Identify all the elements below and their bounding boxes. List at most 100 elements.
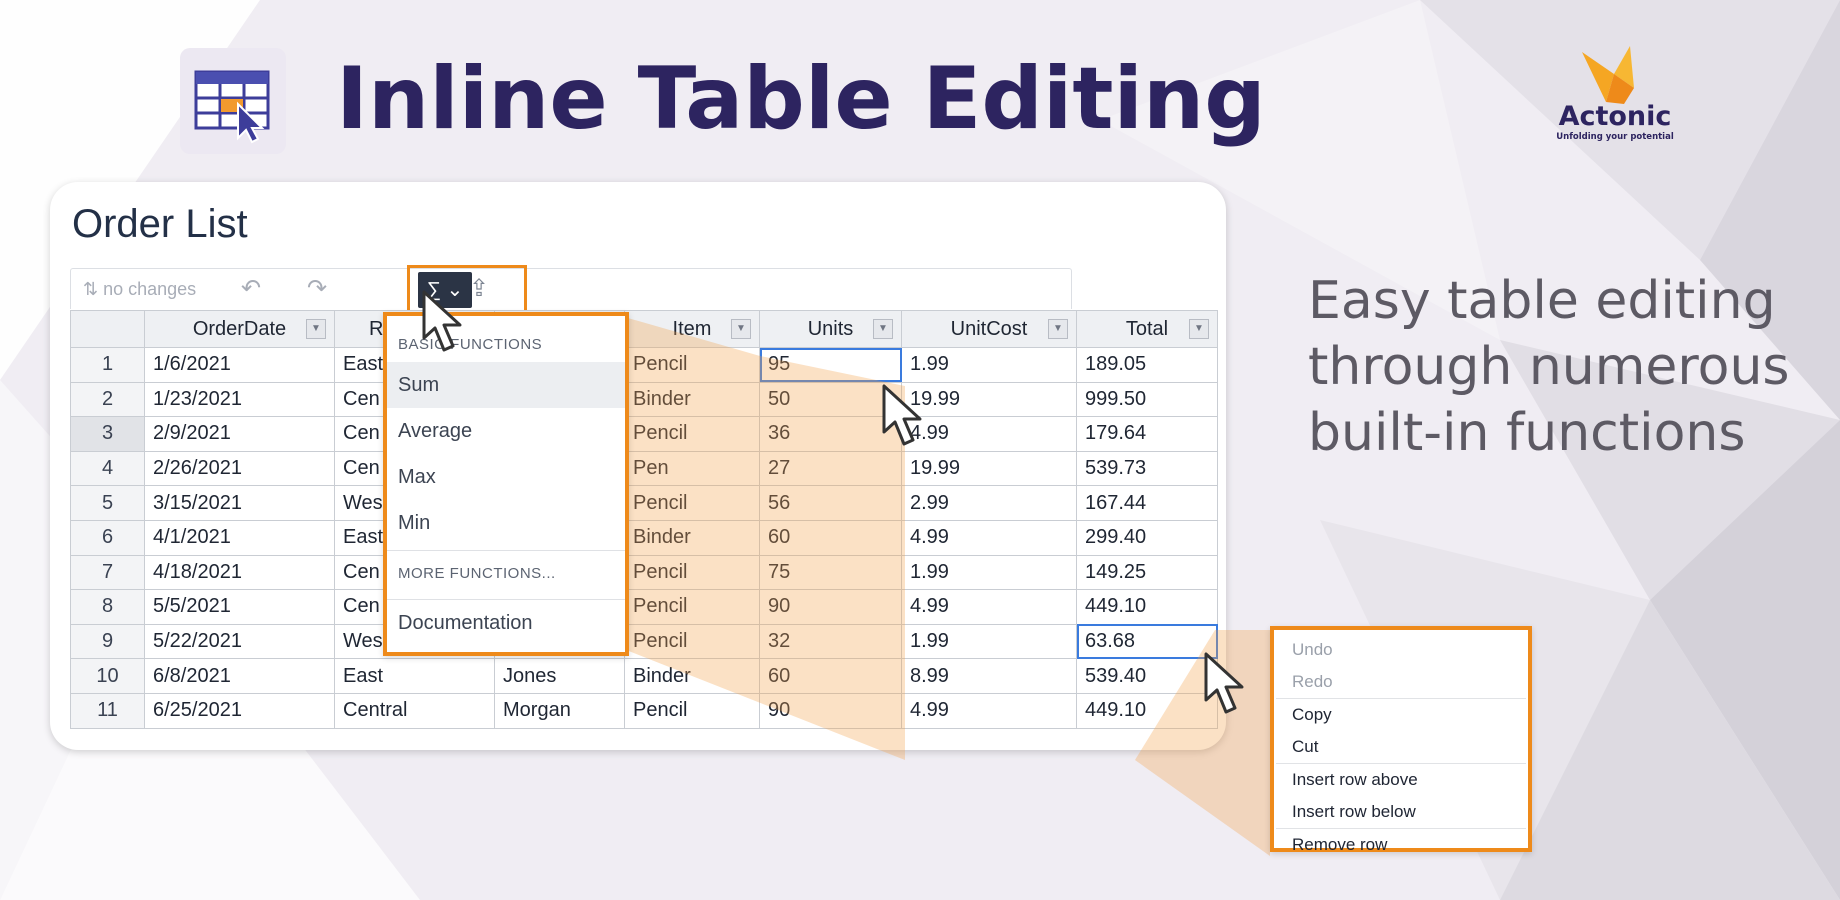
table-cell-item[interactable]: Pencil <box>624 589 760 625</box>
table-cell-cost[interactable]: 4.99 <box>901 519 1077 556</box>
table-cell-date[interactable]: 5/5/2021 <box>144 589 335 625</box>
context-item-copy[interactable]: Copy <box>1274 699 1528 731</box>
table-cell-date[interactable]: 4/18/2021 <box>144 554 335 591</box>
row-number-cell[interactable]: 5 <box>70 485 145 521</box>
column-header[interactable]: Total ▼ <box>1076 310 1218 348</box>
menu-item-documentation[interactable]: Documentation <box>387 600 625 646</box>
filter-dropdown-icon[interactable]: ▼ <box>306 319 326 339</box>
table-cell-cost[interactable]: 1.99 <box>901 623 1077 660</box>
table-cell-item[interactable]: Binder <box>624 381 760 418</box>
table-cell-cost[interactable]: 1.99 <box>901 554 1077 591</box>
menu-item-average[interactable]: Average <box>387 408 625 454</box>
table-cell-units[interactable]: 32 <box>759 623 902 660</box>
table-cell-units[interactable]: 90 <box>759 589 902 625</box>
table-cell-item[interactable]: Pencil <box>624 485 760 521</box>
table-row[interactable]: 1 1/6/2021 East Pencil 95 1.99 189.05 <box>70 347 1218 383</box>
table-cell-units[interactable]: 60 <box>759 519 902 556</box>
table-cell-rep[interactable]: Jones <box>494 658 625 694</box>
table-cell-total[interactable]: 449.10 <box>1076 589 1218 625</box>
filter-dropdown-icon[interactable]: ▼ <box>873 319 893 339</box>
column-header[interactable]: UnitCost ▼ <box>901 310 1077 348</box>
table-cell-item[interactable]: Pencil <box>624 692 760 729</box>
context-item-undo[interactable]: Undo <box>1274 634 1528 666</box>
table-cell-units[interactable]: 56 <box>759 485 902 521</box>
table-cell-date[interactable]: 4/1/2021 <box>144 519 335 556</box>
table-cell-item[interactable]: Pencil <box>624 554 760 591</box>
table-row[interactable]: 2 1/23/2021 Cen Binder 50 19.99 999.50 <box>70 381 1218 418</box>
selected-cell[interactable]: 63.68 <box>1076 623 1218 660</box>
table-cell-date[interactable]: 5/22/2021 <box>144 623 335 660</box>
table-cell-cost[interactable]: 1.99 <box>901 347 1077 383</box>
table-cell-total[interactable]: 179.64 <box>1076 416 1218 452</box>
table-cell-units[interactable]: 27 <box>759 450 902 487</box>
table-cell-region[interactable]: East <box>334 658 495 694</box>
row-number-cell[interactable]: 3 <box>70 416 145 452</box>
export-icon[interactable]: ⇪ <box>469 269 489 309</box>
table-row[interactable]: 6 4/1/2021 East Binder 60 4.99 299.40 <box>70 519 1218 556</box>
menu-item-min[interactable]: Min <box>387 500 625 546</box>
table-cell-date[interactable]: 6/25/2021 <box>144 692 335 729</box>
table-cell-date[interactable]: 3/15/2021 <box>144 485 335 521</box>
undo-icon[interactable]: ↶ <box>241 269 261 309</box>
table-cell-date[interactable]: 2/26/2021 <box>144 450 335 487</box>
column-header[interactable]: Units ▼ <box>759 310 902 348</box>
table-cell-total[interactable]: 167.44 <box>1076 485 1218 521</box>
menu-item-sum[interactable]: Sum <box>387 362 625 408</box>
table-cell-total[interactable]: 189.05 <box>1076 347 1218 383</box>
table-cell-total[interactable]: 299.40 <box>1076 519 1218 556</box>
row-number-cell[interactable]: 1 <box>70 347 145 383</box>
table-row[interactable]: 4 2/26/2021 Cen Pen 27 19.99 539.73 <box>70 450 1218 487</box>
table-row[interactable]: 11 6/25/2021 Central Morgan Pencil 90 4.99 449.… <box>70 692 1218 729</box>
table-cell-region[interactable]: Central <box>334 692 495 729</box>
table-cell-total[interactable]: 539.73 <box>1076 450 1218 487</box>
redo-icon[interactable]: ↷ <box>307 269 327 309</box>
row-number-cell[interactable]: 10 <box>70 658 145 694</box>
more-functions-header[interactable]: MORE FUNCTIONS... <box>387 551 625 595</box>
table-cell-total[interactable]: 999.50 <box>1076 381 1218 418</box>
table-cell-rep[interactable]: Morgan <box>494 692 625 729</box>
context-item-redo[interactable]: Redo <box>1274 666 1528 698</box>
table-row[interactable]: 10 6/8/2021 East Jones Binder 60 8.99 539.40 <box>70 658 1218 694</box>
row-number-cell[interactable]: 2 <box>70 381 145 418</box>
table-row[interactable]: 8 5/5/2021 Cen Pencil 90 4.99 449.10 <box>70 589 1218 625</box>
table-cell-date[interactable]: 1/6/2021 <box>144 347 335 383</box>
row-number-cell[interactable]: 8 <box>70 589 145 625</box>
table-cell-item[interactable]: Binder <box>624 519 760 556</box>
table-cell-cost[interactable]: 8.99 <box>901 658 1077 694</box>
table-cell-cost[interactable]: 4.99 <box>901 589 1077 625</box>
table-cell-cost[interactable]: 19.99 <box>901 450 1077 487</box>
table-cell-date[interactable]: 6/8/2021 <box>144 658 335 694</box>
table-cell-item[interactable]: Pencil <box>624 416 760 452</box>
table-cell-total[interactable]: 539.40 <box>1076 658 1218 694</box>
selected-cell[interactable]: 95 <box>759 347 902 383</box>
table-row[interactable]: 5 3/15/2021 Wes Pencil 56 2.99 167.44 <box>70 485 1218 521</box>
column-header[interactable]: Item ▼ <box>624 310 760 348</box>
row-number-cell[interactable]: 11 <box>70 692 145 729</box>
filter-dropdown-icon[interactable]: ▼ <box>1048 319 1068 339</box>
table-cell-date[interactable]: 1/23/2021 <box>144 381 335 418</box>
column-header[interactable]: OrderDate ▼ <box>144 310 335 348</box>
table-cell-units[interactable]: 60 <box>759 658 902 694</box>
table-cell-units[interactable]: 75 <box>759 554 902 591</box>
table-cell-date[interactable]: 2/9/2021 <box>144 416 335 452</box>
table-cell-cost[interactable]: 4.99 <box>901 692 1077 729</box>
table-row[interactable]: 9 5/22/2021 Wes Pencil 32 1.99 63.68 <box>70 623 1218 660</box>
table-cell-total[interactable]: 449.10 <box>1076 692 1218 729</box>
filter-dropdown-icon[interactable]: ▼ <box>1189 319 1209 339</box>
table-cell-cost[interactable]: 2.99 <box>901 485 1077 521</box>
row-number-cell[interactable]: 9 <box>70 623 145 660</box>
context-item-remove-row[interactable]: Remove row <box>1274 829 1528 861</box>
context-item-insert-row-below[interactable]: Insert row below <box>1274 796 1528 828</box>
row-number-cell[interactable]: 7 <box>70 554 145 591</box>
table-cell-item[interactable]: Pencil <box>624 347 760 383</box>
menu-item-max[interactable]: Max <box>387 454 625 500</box>
row-number-cell[interactable]: 6 <box>70 519 145 556</box>
table-cell-item[interactable]: Pen <box>624 450 760 487</box>
filter-dropdown-icon[interactable]: ▼ <box>731 319 751 339</box>
table-row[interactable]: 3 2/9/2021 Cen Pencil 36 4.99 179.64 <box>70 416 1218 452</box>
table-row[interactable]: 7 4/18/2021 Cen Pencil 75 1.99 149.25 <box>70 554 1218 591</box>
table-cell-total[interactable]: 149.25 <box>1076 554 1218 591</box>
table-cell-item[interactable]: Pencil <box>624 623 760 660</box>
table-cell-units[interactable]: 90 <box>759 692 902 729</box>
row-number-cell[interactable]: 4 <box>70 450 145 487</box>
